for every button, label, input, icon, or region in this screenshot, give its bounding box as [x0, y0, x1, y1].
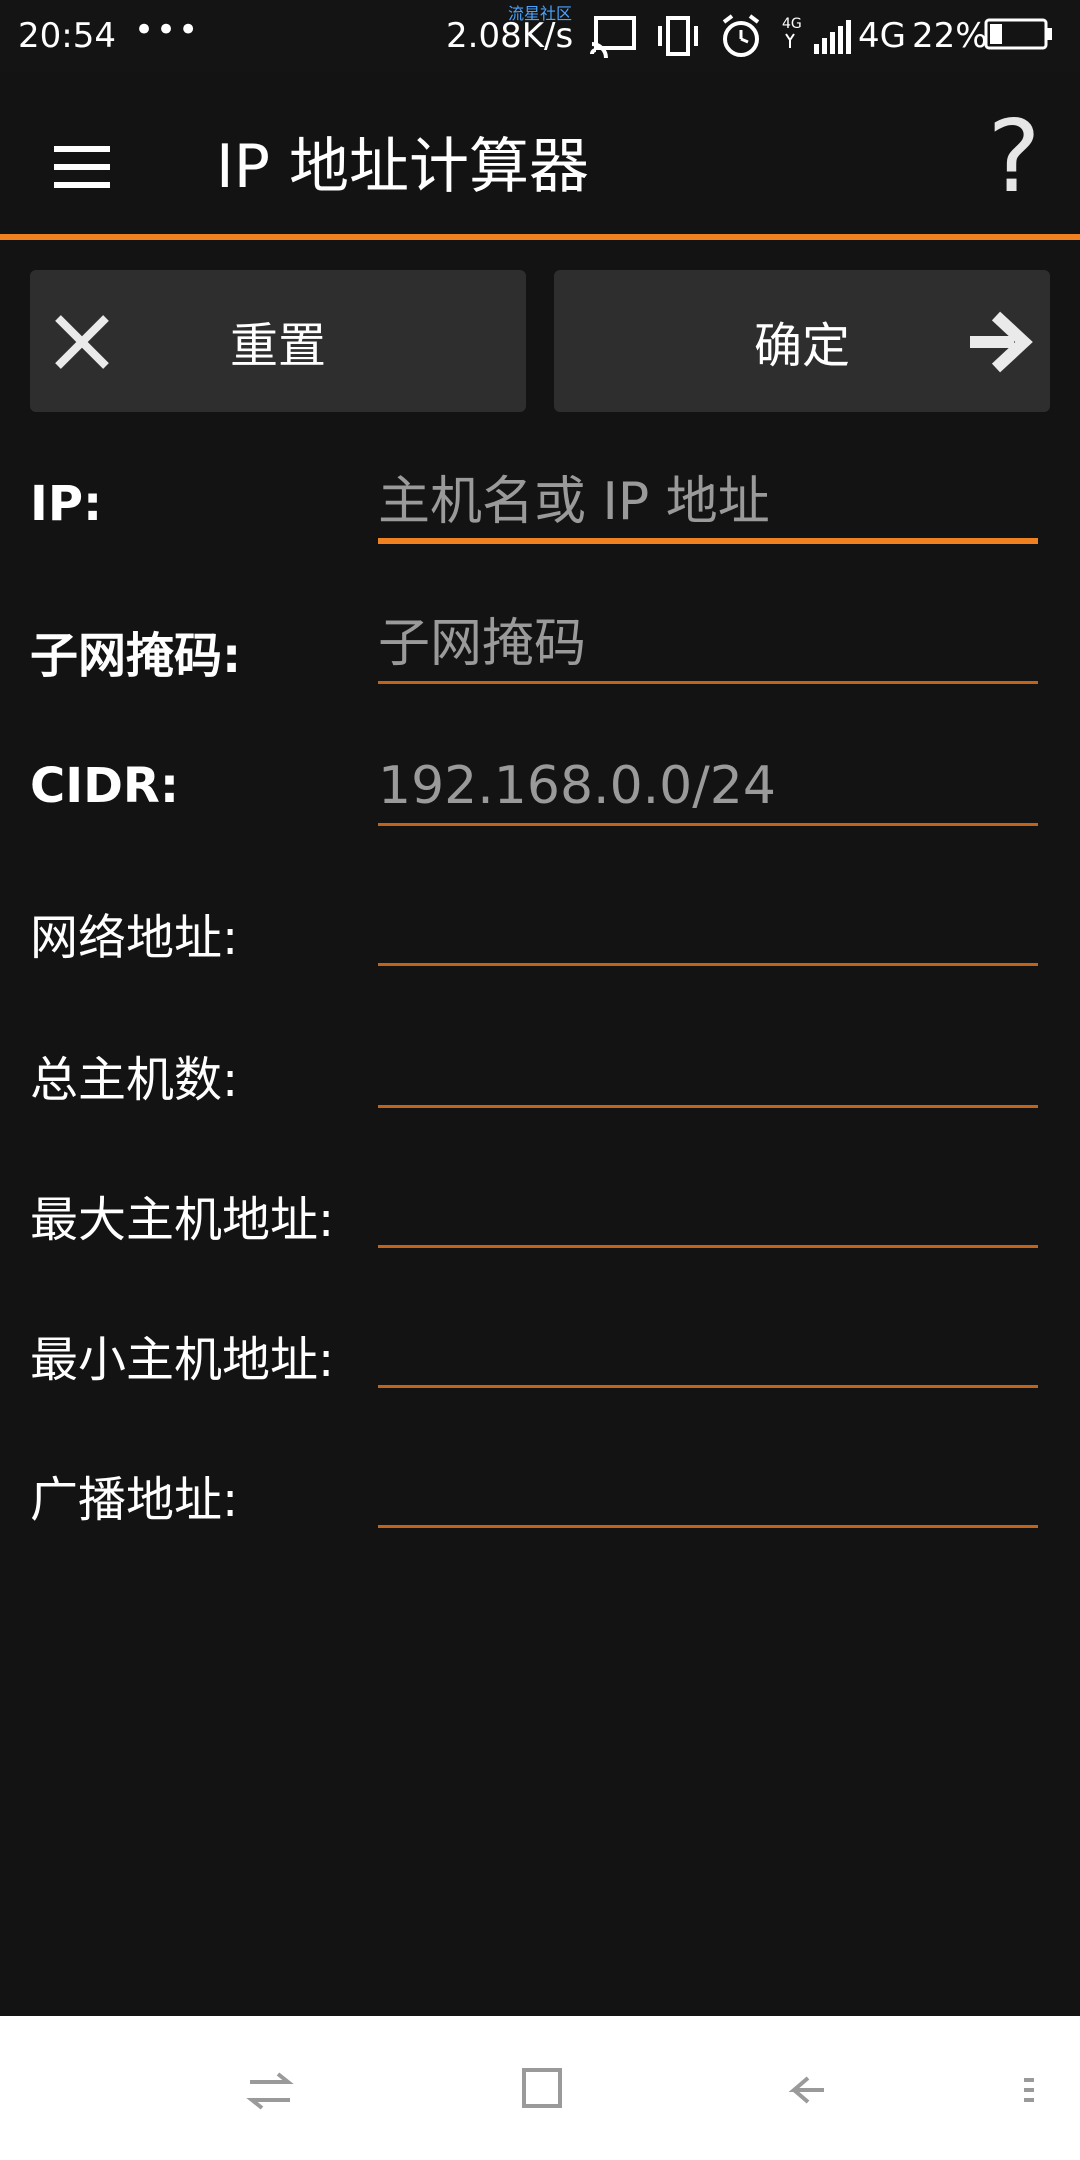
status-bar: 20:54 ••• 流星社区 2.08K/s 4G 4G 22% — [0, 0, 1080, 72]
battery-percent: 22% — [912, 16, 988, 56]
broadcast-row: 广播地址: — [0, 1430, 1080, 1570]
network-address-label: 网络地址: — [30, 910, 239, 966]
system-nav-bar — [0, 2016, 1080, 2160]
close-icon — [55, 315, 109, 369]
battery-icon — [984, 18, 1052, 50]
subnet-mask-label: 子网掩码: — [30, 628, 242, 684]
confirm-button-label: 确定 — [753, 318, 850, 374]
home-icon[interactable] — [512, 2060, 572, 2120]
ip-label: IP: — [30, 476, 103, 532]
cidr-label: CIDR: — [30, 758, 180, 814]
menu-more-icon[interactable] — [1004, 2060, 1064, 2120]
network-address-row: 网络地址: — [0, 868, 1080, 1008]
cidr-row: CIDR: — [0, 728, 1080, 868]
total-hosts-field[interactable] — [378, 1030, 1038, 1108]
arrow-right-icon — [970, 311, 1033, 373]
signal-4g-icon: 4G — [782, 16, 851, 54]
menu-icon[interactable] — [40, 124, 120, 204]
network-speed: 2.08K/s — [446, 16, 574, 56]
status-time: 20:54 — [18, 16, 116, 56]
subnet-mask-input[interactable] — [378, 606, 1038, 684]
broadcast-label: 广播地址: — [30, 1472, 239, 1528]
network-address-field[interactable] — [378, 888, 1038, 966]
svg-text:4G: 4G — [782, 16, 802, 32]
min-host-label: 最小主机地址: — [30, 1332, 335, 1388]
recent-apps-icon[interactable] — [240, 2060, 300, 2120]
ip-input[interactable] — [378, 466, 1038, 544]
total-hosts-label: 总主机数: — [30, 1052, 239, 1108]
status-notification-dots: ••• — [134, 10, 201, 50]
subnet-mask-row: 子网掩码: — [0, 586, 1080, 726]
max-host-row: 最大主机地址: — [0, 1150, 1080, 1290]
alarm-icon — [722, 14, 760, 57]
vibrate-icon — [658, 16, 698, 56]
cast-icon — [590, 16, 636, 58]
app-bar: IP 地址计算器 ? — [0, 72, 1080, 234]
app-bar-divider — [0, 234, 1080, 240]
min-host-row: 最小主机地址: — [0, 1290, 1080, 1430]
min-host-field[interactable] — [378, 1310, 1038, 1388]
total-hosts-row: 总主机数: — [0, 1010, 1080, 1150]
back-icon[interactable] — [780, 2060, 840, 2120]
help-icon[interactable]: ? — [964, 102, 1064, 212]
max-host-field[interactable] — [378, 1170, 1038, 1248]
broadcast-field[interactable] — [378, 1450, 1038, 1528]
ip-row: IP: — [0, 446, 1080, 586]
reset-button[interactable]: 重置 — [30, 270, 526, 412]
confirm-button[interactable]: 确定 — [554, 270, 1050, 412]
reset-button-label: 重置 — [229, 318, 326, 374]
page-title: IP 地址计算器 — [216, 132, 589, 202]
cidr-input[interactable] — [378, 748, 1038, 826]
network-type: 4G — [858, 16, 906, 56]
max-host-label: 最大主机地址: — [30, 1192, 335, 1248]
